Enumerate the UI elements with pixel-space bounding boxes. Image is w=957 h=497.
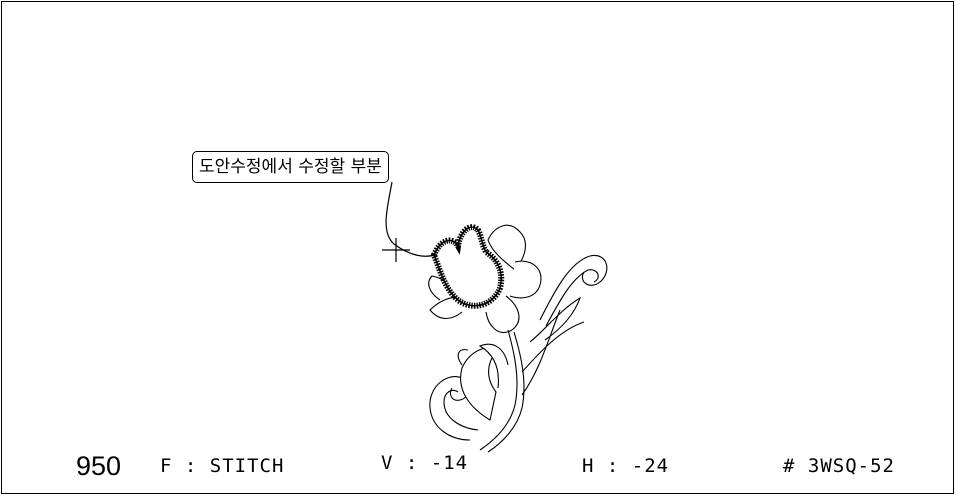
stitch-count: 950 — [76, 451, 122, 481]
flower-stems — [479, 309, 561, 453]
horizontal-offset: H : -24 — [582, 455, 670, 477]
vertical-offset: V : -14 — [381, 452, 469, 474]
callout-leader-line — [385, 181, 435, 257]
crosshair-cursor — [382, 238, 410, 262]
design-code: # 3WSQ-52 — [783, 455, 895, 477]
left-curl-leaves — [429, 343, 509, 441]
embroidery-design — [382, 181, 608, 453]
mode-indicator: F : STITCH — [160, 455, 285, 477]
callout-label: 도안수정에서 수정할 부분 — [192, 151, 389, 183]
